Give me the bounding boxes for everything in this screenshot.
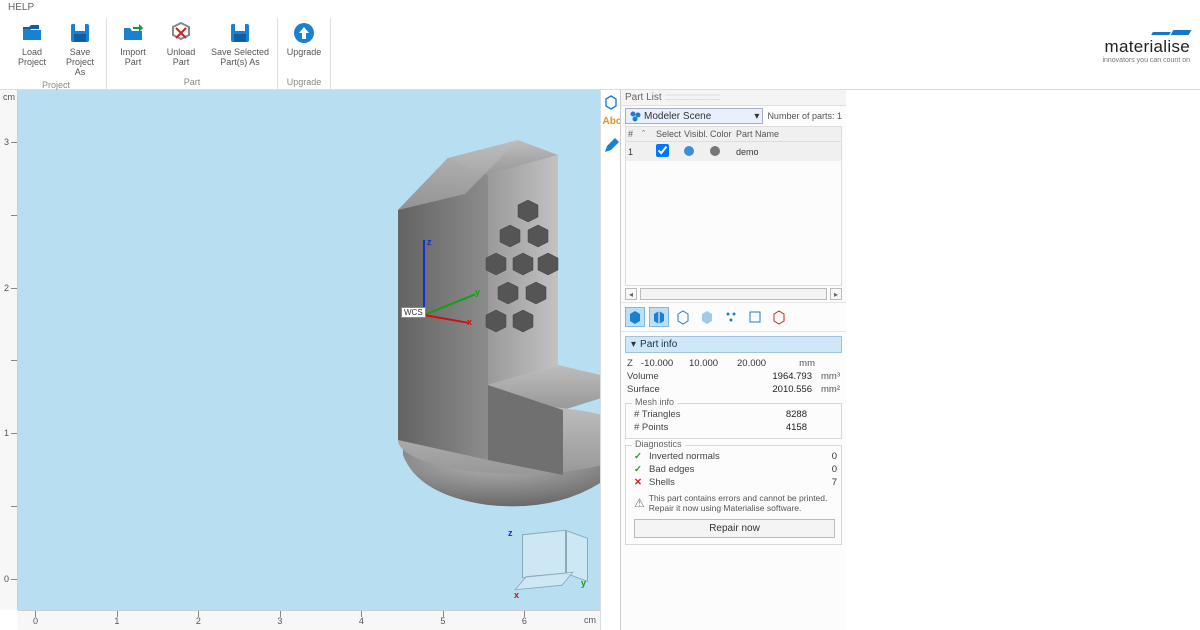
horizontal-ruler: 0 1 2 3 4 5 6 cm bbox=[18, 610, 600, 630]
unload-icon bbox=[168, 20, 194, 46]
scene-icon bbox=[629, 110, 641, 122]
warning-icon: ⚠ bbox=[634, 496, 645, 513]
cross-icon: ✕ bbox=[632, 477, 644, 488]
part-count: Number of parts: 1 bbox=[767, 111, 842, 121]
diag-shells: ✕ Shells 7 bbox=[632, 476, 837, 489]
ribbon-group-caption: Project bbox=[42, 80, 70, 90]
mode-error-icon[interactable] bbox=[769, 307, 789, 327]
3d-model-part bbox=[368, 130, 600, 530]
right-panel: Part List ::::::::::::::::::::::::::::::… bbox=[620, 90, 846, 630]
diag-inverted-normals: ✓ Inverted normals 0 bbox=[632, 450, 837, 463]
upgrade-button[interactable]: Upgrade bbox=[282, 18, 326, 60]
import-part-button[interactable]: Import Part bbox=[111, 18, 155, 70]
save-selected-parts-button[interactable]: Save Selected Part(s) As bbox=[207, 18, 273, 70]
collapse-icon: ▾ bbox=[631, 339, 636, 350]
mode-points-icon[interactable] bbox=[721, 307, 741, 327]
diagnostics-block: Diagnostics ✓ Inverted normals 0 ✓ Bad e… bbox=[625, 445, 842, 545]
right-tool-strip: Abc bbox=[600, 90, 620, 630]
load-project-button[interactable]: Load Project bbox=[10, 18, 54, 80]
part-select-checkbox[interactable] bbox=[656, 144, 669, 157]
diagnostics-message: ⚠ This part contains errors and cannot b… bbox=[632, 489, 837, 517]
diag-bad-edges: ✓ Bad edges 0 bbox=[632, 463, 837, 476]
view-mode-icons bbox=[621, 302, 846, 332]
part-table[interactable]: # ˆ Select Visibl. Color Part Name 1 dem… bbox=[625, 126, 842, 286]
vertical-ruler: cm 3 2 1 0 bbox=[0, 90, 18, 610]
check-icon: ✓ bbox=[632, 451, 644, 462]
3d-viewport[interactable]: z y x WCS z y x bbox=[18, 90, 600, 610]
scroll-right-icon[interactable]: ▸ bbox=[830, 288, 842, 300]
part-info-block: Z -10.000 10.000 20.000 mm Volume 1964.7… bbox=[625, 357, 842, 396]
check-icon: ✓ bbox=[632, 464, 644, 475]
mode-shaded-icon[interactable] bbox=[649, 307, 669, 327]
ribbon-group-part: Import Part Unload Part Save Selected Pa… bbox=[107, 18, 278, 89]
part-row[interactable]: 1 demo bbox=[626, 142, 841, 161]
part-table-header: # ˆ Select Visibl. Color Part Name bbox=[626, 127, 841, 142]
scroll-left-icon[interactable]: ◂ bbox=[625, 288, 637, 300]
part-color-swatch[interactable] bbox=[710, 146, 720, 156]
main-area: cm 3 2 1 0 bbox=[0, 90, 1200, 630]
ribbon-group-caption: Part bbox=[184, 77, 201, 87]
mode-xray-icon[interactable] bbox=[697, 307, 717, 327]
ribbon-toolbar: Load Project Save Project As Project Imp… bbox=[0, 16, 1200, 90]
repair-now-button[interactable]: Repair now bbox=[634, 519, 835, 538]
mode-solid-icon[interactable] bbox=[625, 307, 645, 327]
scene-selector[interactable]: Modeler Scene ▾ bbox=[625, 108, 763, 124]
wcs-badge: WCS bbox=[401, 307, 426, 318]
ribbon-group-upgrade: Upgrade Upgrade bbox=[278, 18, 331, 89]
save-parts-icon bbox=[227, 20, 253, 46]
canvas-wrap: cm 3 2 1 0 bbox=[0, 90, 600, 630]
part-info-header[interactable]: ▾ Part info bbox=[625, 336, 842, 353]
unload-part-button[interactable]: Unload Part bbox=[159, 18, 203, 70]
part-list-scrollbar[interactable]: ◂ ▸ bbox=[621, 286, 846, 302]
folder-open-icon bbox=[19, 20, 45, 46]
cube-tool-icon[interactable] bbox=[603, 94, 619, 110]
mode-bbox-icon[interactable] bbox=[745, 307, 765, 327]
menu-help[interactable]: HELP bbox=[8, 2, 34, 13]
part-list-title: Part List ::::::::::::::::::::::::::::::… bbox=[621, 90, 846, 106]
menu-bar: HELP bbox=[0, 0, 1200, 16]
upgrade-icon bbox=[291, 20, 317, 46]
orientation-cube[interactable]: z y x bbox=[512, 528, 580, 596]
brand-logo: materialise innovators you can count on bbox=[1102, 30, 1190, 64]
dropdown-icon: ▾ bbox=[754, 111, 759, 122]
part-visibility-swatch[interactable] bbox=[684, 146, 694, 156]
mode-wire-icon[interactable] bbox=[673, 307, 693, 327]
save-project-as-button[interactable]: Save Project As bbox=[58, 18, 102, 80]
save-icon bbox=[67, 20, 93, 46]
import-icon bbox=[120, 20, 146, 46]
brand-swoosh-icon bbox=[1102, 30, 1190, 35]
ribbon-group-caption: Upgrade bbox=[287, 77, 322, 87]
pencil-tool-icon[interactable] bbox=[603, 138, 619, 154]
ribbon-group-project: Load Project Save Project As Project bbox=[6, 18, 107, 89]
mesh-info-block: Mesh info # Triangles8288 # Points4158 bbox=[625, 403, 842, 439]
text-tool-icon[interactable]: Abc bbox=[603, 116, 619, 132]
